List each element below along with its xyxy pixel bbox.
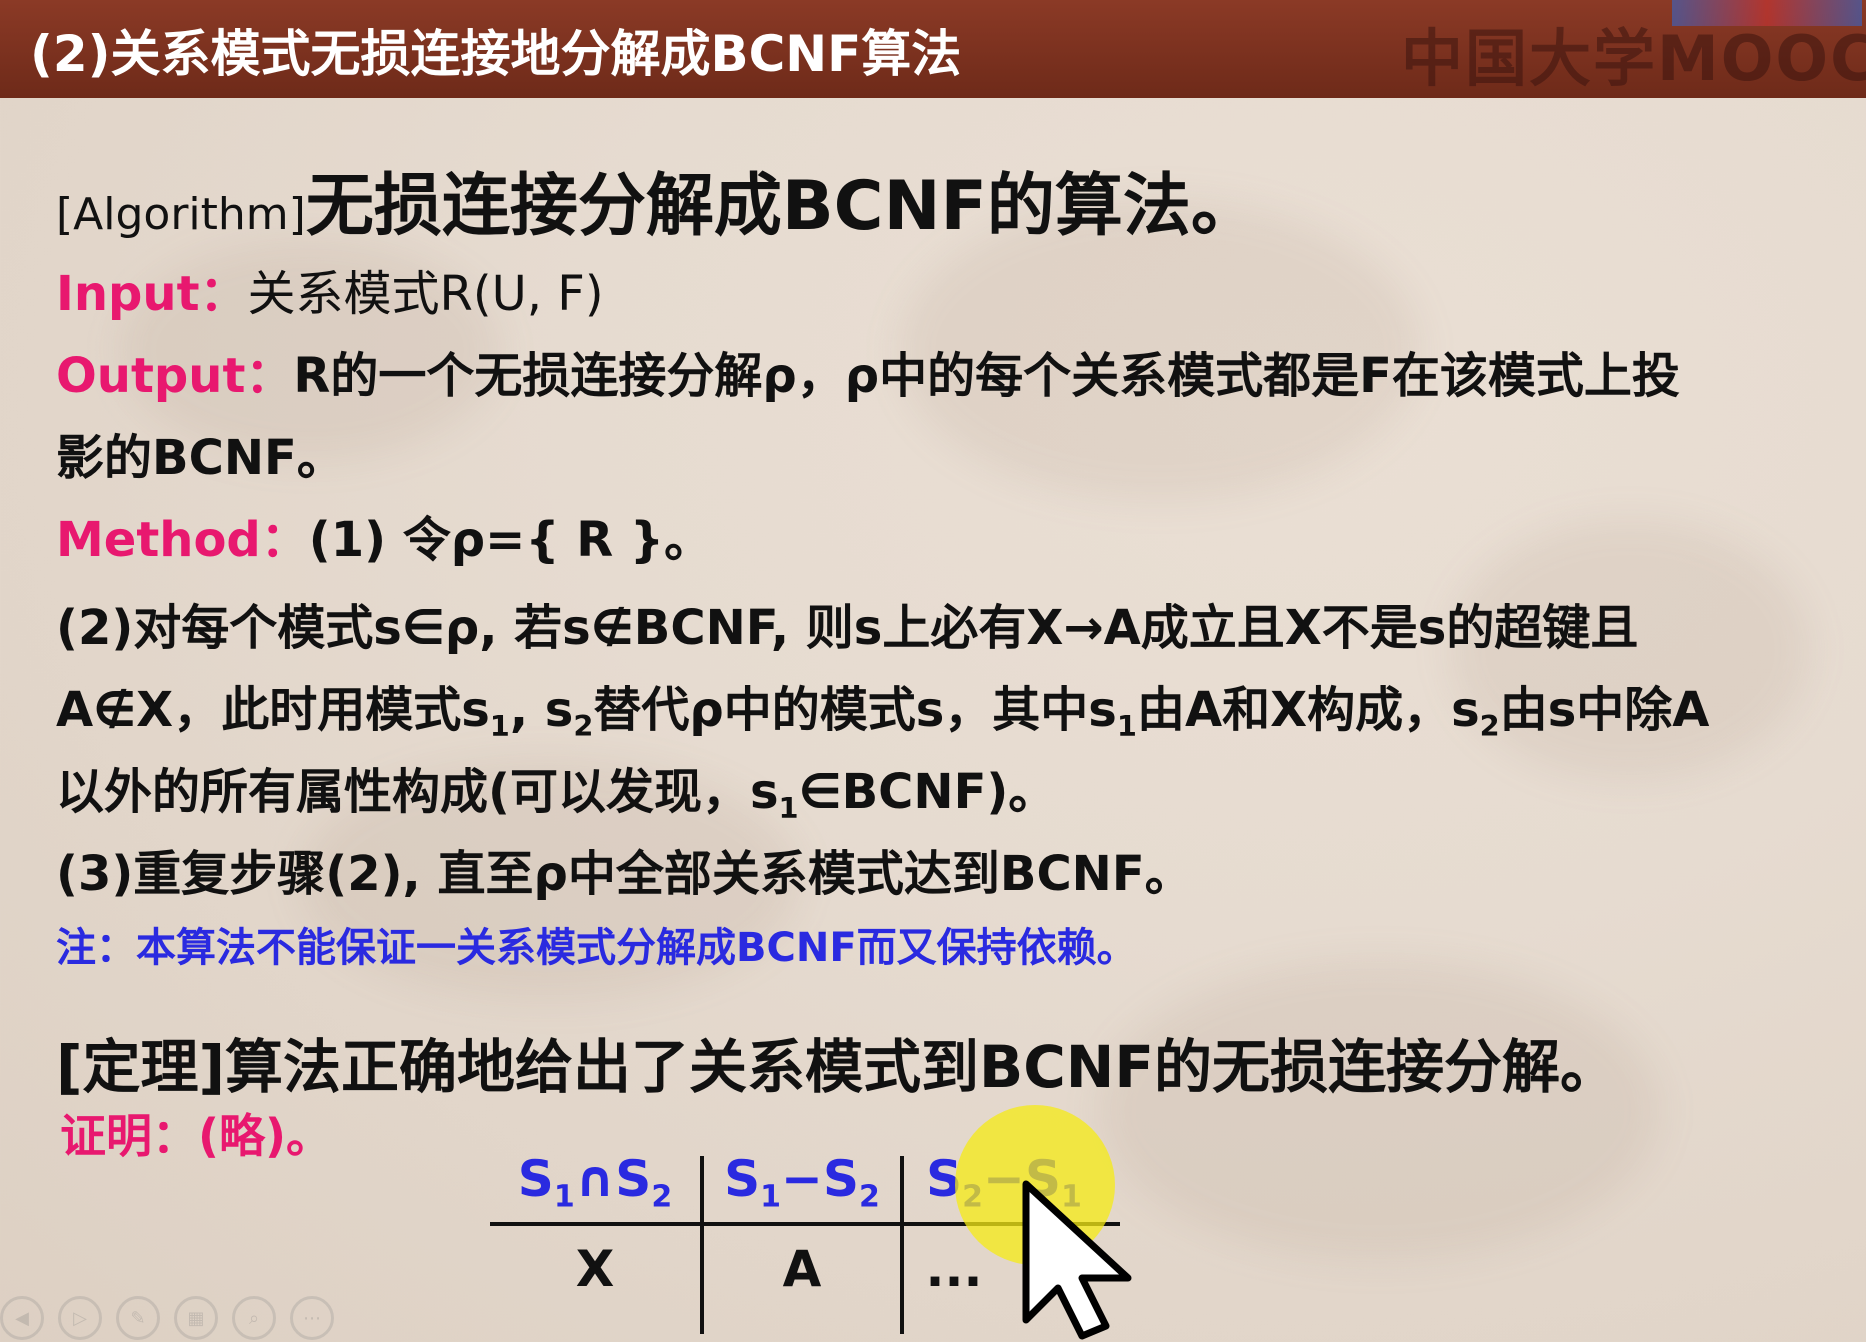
step2-text-e: 由s中除A: [1499, 682, 1710, 738]
input-text: 关系模式R(U, F): [247, 266, 604, 322]
subscript: 2: [573, 709, 594, 744]
algorithm-tag: [Algorithm]: [56, 189, 306, 240]
step2-text-g: ∈BCNF)。: [798, 764, 1057, 820]
algorithm-title: 无损连接分解成BCNF的算法。: [305, 167, 1259, 246]
grid-icon[interactable]: ▦: [174, 1296, 218, 1340]
pen-icon[interactable]: ✎: [116, 1296, 160, 1340]
method-step2-line3: 以外的所有属性构成(可以发现，s1∈BCNF)。: [56, 752, 1056, 825]
output-label: Output：: [56, 348, 294, 404]
table-header-intersection: S1∩S2: [517, 1150, 673, 1215]
step2-text-a: A∉X，此时用模式s: [56, 682, 490, 738]
slide-header: (2)关系模式无损连接地分解成BCNF算法 中国大学MOOC: [0, 0, 1866, 98]
subscript: 1: [489, 709, 510, 744]
logo-text: 中国大学MOOC: [1401, 22, 1866, 95]
table-cell: X: [575, 1240, 615, 1298]
method-step2-line1: (2)对每个模式s∈ρ, 若s∉BCNF, 则s上必有X→A成立且X不是s的超键…: [56, 600, 1639, 656]
algorithm-heading: [Algorithm]无损连接分解成BCNF的算法。: [56, 150, 1259, 249]
method-step2-line2: A∉X，此时用模式s1, s2替代ρ中的模式s，其中s1由A和X构成，s2由s中…: [56, 670, 1709, 743]
method-label: Method：: [56, 512, 309, 568]
step2-text-f: 以外的所有属性构成(可以发现，s: [56, 764, 779, 820]
subscript: 1: [778, 791, 799, 826]
table-cell: A: [782, 1240, 822, 1298]
play-icon[interactable]: ▷: [58, 1296, 102, 1340]
theorem: [定理]算法正确地给出了关系模式到BCNF的无损连接分解。: [56, 1033, 1618, 1101]
output-line-1: Output：R的一个无损连接分解ρ，ρ中的每个关系模式都是F在该模式上投: [56, 336, 1680, 406]
more-icon[interactable]: ⋯: [290, 1296, 334, 1340]
zoom-icon[interactable]: ⌕: [232, 1296, 276, 1340]
algorithm-note: 注：本算法不能保证一关系模式分解成BCNF而又保持依赖。: [56, 925, 1137, 971]
player-controls: ◀ ▷ ✎ ▦ ⌕ ⋯: [0, 1296, 334, 1340]
slide-title: (2)关系模式无损连接地分解成BCNF算法: [30, 25, 962, 83]
output-text-2: 影的BCNF。: [56, 430, 345, 486]
subscript: 2: [1479, 709, 1500, 744]
table-header-s1-minus-s2: S1−S2: [724, 1150, 880, 1215]
input-line: Input：关系模式R(U, F): [56, 254, 604, 324]
method-step3: (3)重复步骤(2), 直至ρ中全部关系模式达到BCNF。: [56, 846, 1193, 902]
proof: 证明：(略)。: [60, 1109, 333, 1163]
step2-text-d: 由A和X构成，s: [1136, 682, 1480, 738]
table-cell: ...: [925, 1240, 983, 1298]
output-text-1: R的一个无损连接分解ρ，ρ中的每个关系模式都是F在该模式上投: [293, 348, 1680, 404]
mooc-logo: 中国大学MOOC: [1395, 14, 1866, 95]
mouse-pointer-icon: [1022, 1180, 1132, 1340]
subscript: 1: [1116, 709, 1137, 744]
input-label: Input：: [56, 266, 248, 322]
method-line: Method：(1) 令ρ={ R }。: [56, 500, 712, 570]
back-icon[interactable]: ◀: [0, 1296, 44, 1340]
step2-text-b: , s: [509, 682, 574, 738]
method-step1: (1) 令ρ={ R }。: [308, 512, 713, 568]
step2-text-c: 替代ρ中的模式s，其中s: [593, 682, 1117, 738]
